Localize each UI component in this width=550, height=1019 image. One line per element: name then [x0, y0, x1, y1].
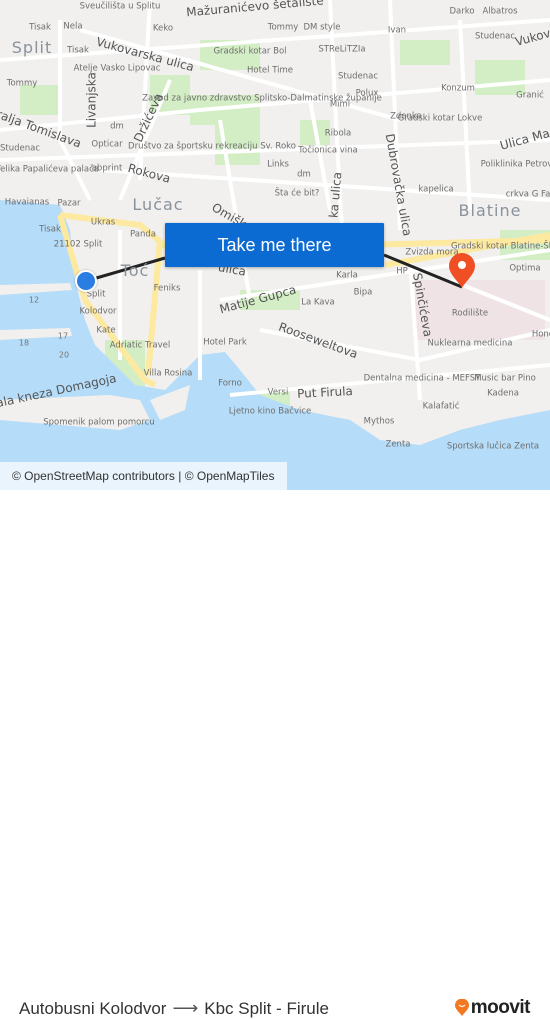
poi-label: Velika Papalićeva palača [0, 164, 99, 175]
poi-label: Albatros [482, 6, 518, 17]
poi-label: kapelica [418, 184, 454, 195]
take-me-there-button[interactable]: Take me there [165, 223, 384, 267]
poi-label: Panda [130, 229, 156, 240]
poi-label: Karla [336, 270, 358, 281]
map[interactable]: Sveučilišta u Splitu Mažuranićevo šetališ… [0, 0, 550, 490]
poi-label: Poliklinika Petrović [480, 159, 550, 170]
poi-label: Gradski kotar Blatine-Škrape [450, 241, 550, 252]
poi-label: STReLiTZIa [318, 44, 366, 55]
map-attribution[interactable]: © OpenStreetMap contributors | © OpenMap… [0, 462, 287, 490]
poi-label: 12 [28, 295, 40, 305]
street-label: Livanjska [84, 72, 99, 128]
poi-label: Gradski kotar Lokve [397, 113, 483, 124]
district-label: Lučac [132, 195, 184, 215]
destination-pin-icon[interactable] [448, 253, 476, 289]
poi-label: La Kava [301, 297, 335, 308]
poi-label: Tisak [39, 224, 61, 235]
poi-label: Music bar Pino [474, 373, 536, 384]
poi-label: Kolodvor [79, 306, 117, 317]
origin-name: Autobusni Kolodvor [19, 998, 167, 1018]
arrow-right-icon: ⟶ [172, 998, 199, 1018]
poi-label: Sportska lučica Zenta [446, 441, 540, 452]
poi-label: Studenac [337, 71, 379, 82]
poi-label: Granić [516, 90, 544, 101]
poi-label: Bipa [353, 287, 373, 298]
poi-label: Havaianas [4, 197, 50, 208]
moovit-logo-text: moovit [470, 997, 531, 1018]
poi-label: Forno [218, 378, 242, 389]
poi-label: Kalafatić [422, 401, 460, 412]
poi-label: Gradski kotar Bol [213, 46, 287, 57]
poi-label: Nela [63, 21, 83, 32]
poi-label: Nuklearna medicina [427, 338, 513, 349]
poi-label: Kadena [487, 388, 519, 399]
poi-label: Darko [449, 6, 475, 17]
poi-label: Opticar [91, 139, 123, 150]
poi-label: Studenac [0, 143, 41, 154]
poi-label: Rodilište [451, 308, 489, 319]
poi-label: Mythos [363, 416, 395, 427]
poi-label: dm [110, 121, 124, 132]
poi-label: Društvo za športsku rekreaciju Sv. Roko [128, 141, 296, 152]
poi-label: Versi [267, 387, 289, 398]
poi-label: 18 [18, 338, 30, 348]
poi-label: Villa Rosina [143, 368, 193, 379]
destination-name: Kbc Split - Firule [204, 998, 329, 1018]
poi-label: Ribola [324, 128, 352, 139]
poi-label: 17 [57, 331, 69, 341]
poi-label: Optima [509, 263, 541, 274]
origin-dot-icon[interactable] [75, 270, 97, 292]
poi-label: Šta će bit? [274, 188, 320, 199]
poi-label: 21102 Split [53, 239, 103, 250]
poi-label: Ljetno kino Bačvice [228, 406, 312, 417]
poi-label: 20 [58, 350, 70, 360]
poi-label: crkva G Fatim [505, 189, 550, 200]
poi-label: Ukras [90, 217, 116, 228]
poi-label: Mimi [329, 99, 351, 110]
poi-label: Hond [531, 329, 550, 340]
poi-label: Kate [96, 325, 116, 336]
poi-label: Links [267, 159, 289, 170]
moovit-logo[interactable]: moovit [454, 997, 531, 1019]
route-summary: Autobusni Kolodvor ⟶ Kbc Split - Firule [19, 998, 329, 1019]
poi-label: Polux [355, 88, 379, 99]
poi-label: Sveučilišta u Splitu [79, 1, 161, 12]
poi-label: Tisak [67, 45, 89, 56]
poi-label: Ivan [387, 25, 407, 36]
poi-label: Hotel Park [203, 337, 247, 348]
district-label: Blatine [458, 201, 522, 221]
poi-label: Spomenik palom pomorcu [43, 417, 155, 428]
poi-label: Keko [152, 23, 174, 34]
poi-label: Točionica vina [298, 145, 358, 156]
poi-label: Dentalna medicina - MEFST [363, 373, 481, 384]
poi-label: Tommy [267, 22, 299, 33]
poi-label: Adriatic Travel [109, 340, 171, 351]
poi-label: abprint [91, 163, 123, 174]
poi-label: Tommy [6, 78, 38, 89]
poi-label: HP [396, 266, 408, 277]
poi-label: Tisak [29, 22, 51, 33]
moovit-pin-icon [454, 999, 469, 1016]
poi-label: Zenta [385, 439, 411, 450]
poi-label: dm [297, 169, 311, 180]
poi-label: Studenac [474, 31, 516, 42]
poi-label: Feniks [153, 283, 181, 294]
footer: Autobusni Kolodvor ⟶ Kbc Split - Firule … [0, 490, 550, 1018]
district-label: Toć [120, 261, 150, 281]
poi-label: Pazar [57, 198, 81, 209]
poi-label: Konzum [441, 83, 475, 94]
poi-label: Split [86, 289, 106, 300]
poi-label: Hotel Time [246, 65, 294, 76]
district-label: Split [11, 38, 53, 58]
poi-label: DM style [303, 22, 341, 33]
